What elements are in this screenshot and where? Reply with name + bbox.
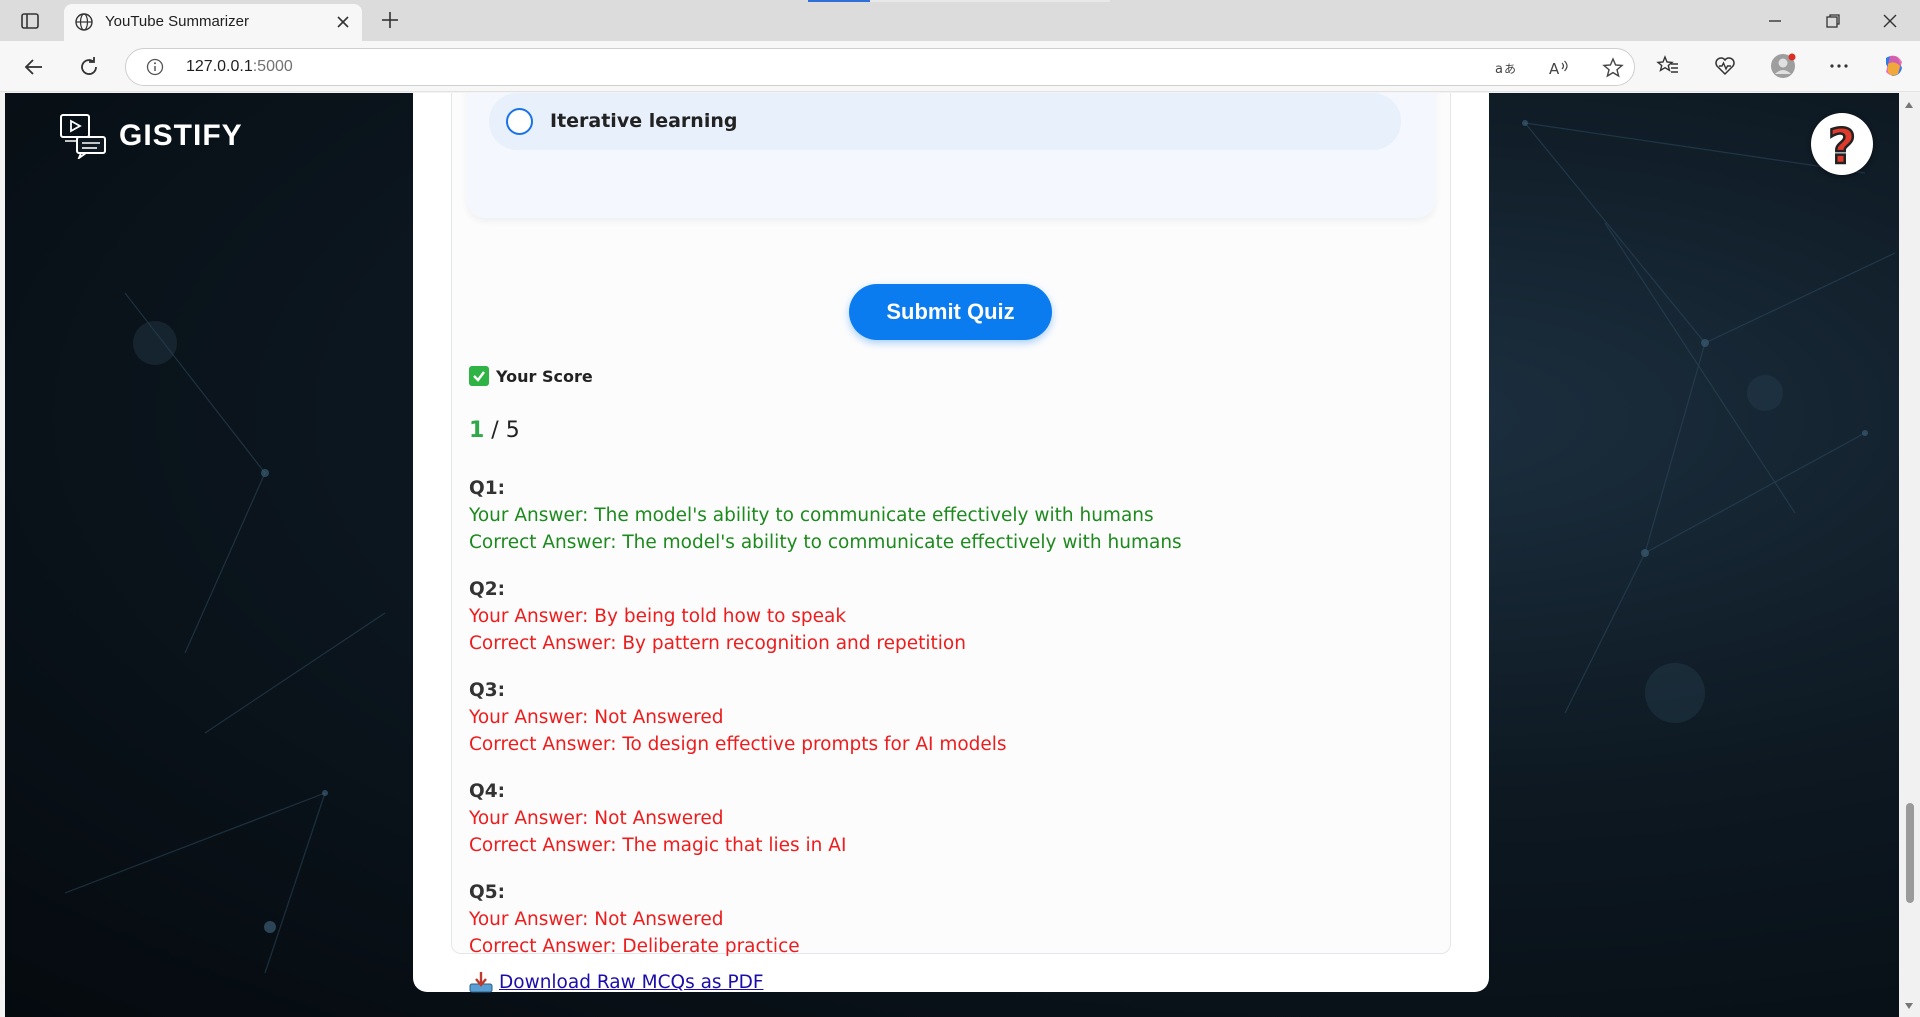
check-mark-icon (469, 366, 489, 386)
correct-answer: Correct Answer: The model's ability to c… (469, 532, 1182, 553)
results-list: Q1: Your Answer: The model's ability to … (469, 475, 1429, 980)
new-tab-icon[interactable] (380, 10, 400, 30)
svg-text:a: a (1495, 62, 1503, 77)
correct-answer: Correct Answer: Deliberate practice (469, 936, 800, 957)
question-number: Q1: (469, 478, 505, 499)
radio-button[interactable] (506, 108, 533, 135)
restore-icon[interactable] (1823, 11, 1843, 31)
score-separator: / (484, 418, 506, 443)
result-item-q3: Q3: Your Answer: Not Answered Correct An… (469, 677, 1429, 778)
sidebar-toggle-icon[interactable] (20, 11, 40, 31)
your-answer: Your Answer: Not Answered (469, 808, 724, 829)
content-card: Iterative learning Submit Quiz Your Scor… (413, 93, 1489, 993)
question-number: Q2: (469, 579, 505, 600)
download-pdf-link[interactable]: Download Raw MCQs as PDF (469, 971, 764, 993)
favorites-list-icon[interactable] (1656, 54, 1680, 78)
favorite-star-icon[interactable] (1602, 57, 1624, 79)
download-link-label: Download Raw MCQs as PDF (499, 971, 764, 993)
read-aloud-icon[interactable]: A (1548, 57, 1570, 79)
your-answer: Your Answer: The model's ability to comm… (469, 505, 1154, 526)
page-scrollbar[interactable] (1899, 93, 1920, 1017)
score-value: 1 / 5 (469, 418, 520, 443)
brand-logo[interactable]: GISTIFY (59, 113, 243, 159)
option-label: Iterative learning (550, 110, 738, 132)
score-heading-label: Your Score (496, 366, 593, 386)
profile-avatar[interactable] (1770, 53, 1796, 79)
submit-quiz-button[interactable]: Submit Quiz (849, 284, 1052, 340)
result-item-q5: Q5: Your Answer: Not Answered Correct An… (469, 879, 1429, 980)
loading-indicator (808, 0, 1110, 2)
question-number: Q4: (469, 781, 505, 802)
download-tray-icon (469, 972, 493, 993)
correct-answer: Correct Answer: By pattern recognition a… (469, 633, 966, 654)
tab-title: YouTube Summarizer (105, 13, 249, 30)
site-info-icon[interactable] (146, 58, 164, 76)
copilot-icon[interactable] (1880, 52, 1908, 80)
svg-text:A: A (1549, 60, 1560, 78)
scroll-up-arrow-icon[interactable] (1904, 101, 1914, 109)
score-total: 5 (505, 418, 520, 443)
question-card: Iterative learning (467, 93, 1435, 218)
minimize-icon[interactable] (1765, 11, 1785, 31)
help-button[interactable]: ? (1811, 113, 1873, 177)
your-answer: Your Answer: By being told how to speak (469, 606, 847, 627)
page-viewport: GISTIFY ? Iterative learning Submit Quiz… (5, 93, 1899, 1017)
quiz-panel: Iterative learning Submit Quiz Your Scor… (451, 93, 1451, 993)
your-answer: Your Answer: Not Answered (469, 707, 724, 728)
result-item-q2: Q2: Your Answer: By being told how to sp… (469, 576, 1429, 677)
result-item-q1: Q1: Your Answer: The model's ability to … (469, 475, 1429, 576)
correct-answer: Correct Answer: The magic that lies in A… (469, 835, 847, 856)
url-text: 127.0.0.1:5000 (186, 58, 293, 75)
globe-icon (75, 13, 93, 31)
correct-answer: Correct Answer: To design effective prom… (469, 734, 1007, 755)
brand-name: GISTIFY (119, 119, 243, 152)
close-window-icon[interactable] (1880, 11, 1900, 31)
browser-essentials-icon[interactable] (1713, 54, 1737, 78)
browser-tab-bar: YouTube Summarizer (0, 0, 1920, 41)
close-tab-icon[interactable] (334, 13, 352, 31)
refresh-icon[interactable] (77, 55, 101, 79)
more-options-icon[interactable] (1827, 54, 1851, 78)
video-chat-logo-icon (60, 114, 106, 159)
browser-tab[interactable]: YouTube Summarizer (64, 4, 362, 41)
address-bar[interactable]: 127.0.0.1:5000 a あ A (125, 48, 1635, 86)
answer-option[interactable]: Iterative learning (489, 93, 1401, 150)
scrollbar-thumb[interactable] (1906, 803, 1914, 903)
question-number: Q5: (469, 882, 505, 903)
svg-text:?: ? (1828, 119, 1856, 175)
question-mark-icon: ? (1827, 118, 1857, 177)
scroll-down-arrow-icon[interactable] (1904, 1002, 1914, 1010)
translate-icon[interactable]: a あ (1494, 57, 1516, 79)
score-correct-count: 1 (469, 418, 485, 443)
question-number: Q3: (469, 680, 505, 701)
score-heading: Your Score (469, 366, 593, 386)
browser-toolbar: 127.0.0.1:5000 a あ A (0, 41, 1920, 92)
your-answer: Your Answer: Not Answered (469, 909, 724, 930)
svg-text:あ: あ (1504, 62, 1516, 76)
result-item-q4: Q4: Your Answer: Not Answered Correct An… (469, 778, 1429, 879)
back-arrow-icon[interactable] (22, 55, 46, 79)
